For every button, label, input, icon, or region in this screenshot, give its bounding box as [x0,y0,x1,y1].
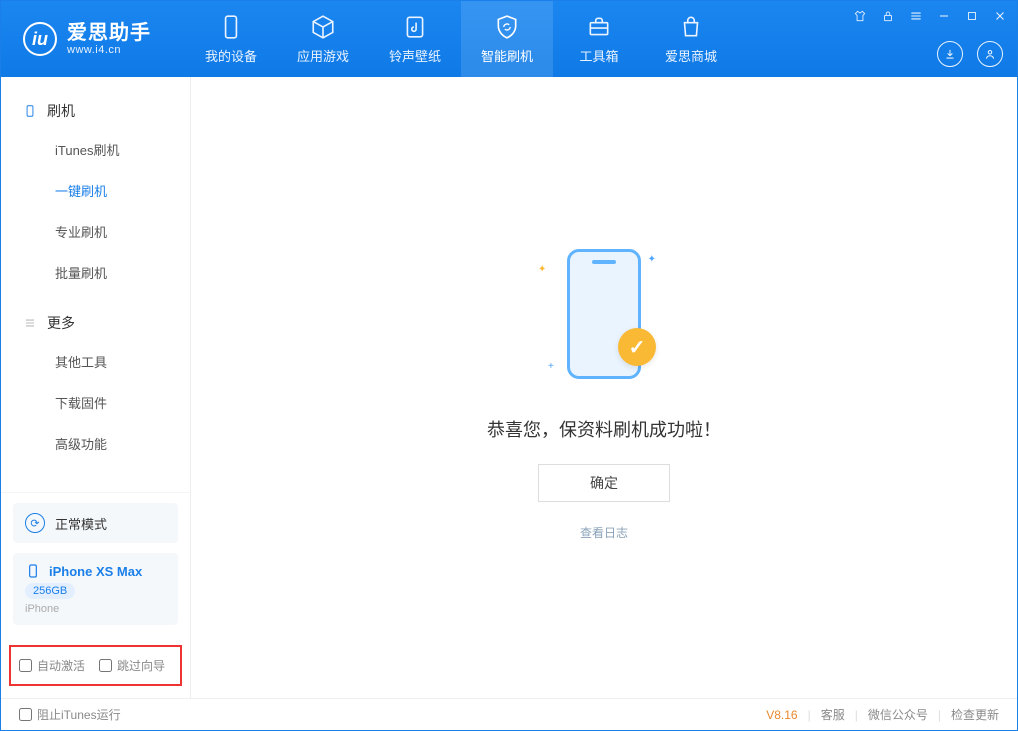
sidebar-item-batch[interactable]: 批量刷机 [1,252,190,293]
menu-icon[interactable] [907,7,925,25]
app-subtitle: www.i4.cn [67,44,151,56]
checkbox-skip-guide-label: 跳过向导 [117,657,165,674]
sidebar-group-flash: 刷机 [1,93,190,129]
wechat-link[interactable]: 微信公众号 [868,706,928,723]
tab-toolbox[interactable]: 工具箱 [553,1,645,77]
body: 刷机 iTunes刷机 一键刷机 专业刷机 批量刷机 更多 其他工具 下载固件 … [1,77,1017,698]
logo-icon: iu [23,22,57,56]
app-title: 爱思助手 [67,22,151,44]
music-file-icon [402,14,428,40]
sidebar-item-firmware[interactable]: 下载固件 [1,382,190,423]
lock-icon[interactable] [879,7,897,25]
ok-button[interactable]: 确定 [538,464,670,502]
update-link[interactable]: 检查更新 [951,706,999,723]
shirt-icon[interactable] [851,7,869,25]
tab-device-label: 我的设备 [205,46,257,65]
support-link[interactable]: 客服 [821,706,845,723]
app-window: iu 爱思助手 www.i4.cn 我的设备 应用游戏 铃声壁纸 智能刷机 [0,0,1018,731]
sidebar-group-more: 更多 [1,305,190,341]
logo: iu 爱思助手 www.i4.cn [1,1,173,77]
checkbox-skip-guide-input[interactable] [99,659,112,672]
device-icon [218,14,244,40]
tab-apps-label: 应用游戏 [297,46,349,65]
device-name: iPhone XS Max [49,564,142,579]
checkbox-block-itunes[interactable]: 阻止iTunes运行 [19,706,121,723]
checkbox-auto-activate[interactable]: 自动激活 [19,657,85,674]
sidebar-group-flash-label: 刷机 [47,101,75,121]
close-icon[interactable] [991,7,1009,25]
sparkle-icon: + [548,361,554,372]
tab-store[interactable]: 爱思商城 [645,1,737,77]
minimize-icon[interactable] [935,7,953,25]
sidebar-item-advanced[interactable]: 高级功能 [1,423,190,464]
sidebar-bottom: ⟳ 正常模式 iPhone XS Max 256GB iPhone [1,492,190,639]
view-log-link[interactable]: 查看日志 [580,524,628,541]
sidebar: 刷机 iTunes刷机 一键刷机 专业刷机 批量刷机 更多 其他工具 下载固件 … [1,77,191,698]
checkbox-auto-activate-label: 自动激活 [37,657,85,674]
success-graphic: ✦ ✦ + ✓ [524,234,684,394]
sidebar-item-pro[interactable]: 专业刷机 [1,211,190,252]
mode-icon: ⟳ [25,513,45,533]
check-badge-icon: ✓ [618,328,656,366]
download-button[interactable] [937,41,963,67]
version-label: V8.16 [766,708,797,722]
sparkle-icon: ✦ [648,254,656,265]
checkbox-block-itunes-label: 阻止iTunes运行 [37,706,121,723]
mode-card[interactable]: ⟳ 正常模式 [13,503,178,543]
sidebar-item-itunes[interactable]: iTunes刷机 [1,129,190,170]
toolbox-icon [586,14,612,40]
main-tabs: 我的设备 应用游戏 铃声壁纸 智能刷机 工具箱 爱思商城 [185,1,737,77]
sidebar-item-onekey[interactable]: 一键刷机 [1,170,190,211]
sparkle-icon: ✦ [538,264,546,275]
checkbox-block-itunes-input[interactable] [19,708,32,721]
header-actions [937,41,1003,67]
sidebar-group-more-label: 更多 [47,313,75,333]
tab-flash-label: 智能刷机 [481,46,533,65]
device-card[interactable]: iPhone XS Max 256GB iPhone [13,553,178,625]
device-storage-badge: 256GB [25,583,75,599]
bag-icon [678,14,704,40]
window-controls [851,7,1009,25]
titlebar: iu 爱思助手 www.i4.cn 我的设备 应用游戏 铃声壁纸 智能刷机 [1,1,1017,77]
tab-toolbox-label: 工具箱 [579,46,618,65]
cube-icon [310,14,336,40]
footer-right: V8.16 | 客服 | 微信公众号 | 检查更新 [766,706,999,723]
mode-label: 正常模式 [55,514,107,533]
sidebar-item-other[interactable]: 其他工具 [1,341,190,382]
flash-options-highlight: 自动激活 跳过向导 [9,645,182,686]
tab-flash[interactable]: 智能刷机 [461,1,553,77]
list-icon [23,316,37,330]
tab-apps[interactable]: 应用游戏 [277,1,369,77]
device-phone-icon [25,563,41,579]
maximize-icon[interactable] [963,7,981,25]
checkbox-auto-activate-input[interactable] [19,659,32,672]
tab-store-label: 爱思商城 [665,46,717,65]
tab-ringtone-label: 铃声壁纸 [389,46,441,65]
footer: 阻止iTunes运行 V8.16 | 客服 | 微信公众号 | 检查更新 [1,698,1017,730]
success-title: 恭喜您，保资料刷机成功啦！ [487,416,721,442]
phone-icon [23,104,37,118]
user-button[interactable] [977,41,1003,67]
tab-ringtone[interactable]: 铃声壁纸 [369,1,461,77]
shield-refresh-icon [494,14,520,40]
tab-device[interactable]: 我的设备 [185,1,277,77]
checkbox-skip-guide[interactable]: 跳过向导 [99,657,165,674]
content: ✦ ✦ + ✓ 恭喜您，保资料刷机成功啦！ 确定 查看日志 [191,77,1017,698]
device-type: iPhone [25,603,166,615]
